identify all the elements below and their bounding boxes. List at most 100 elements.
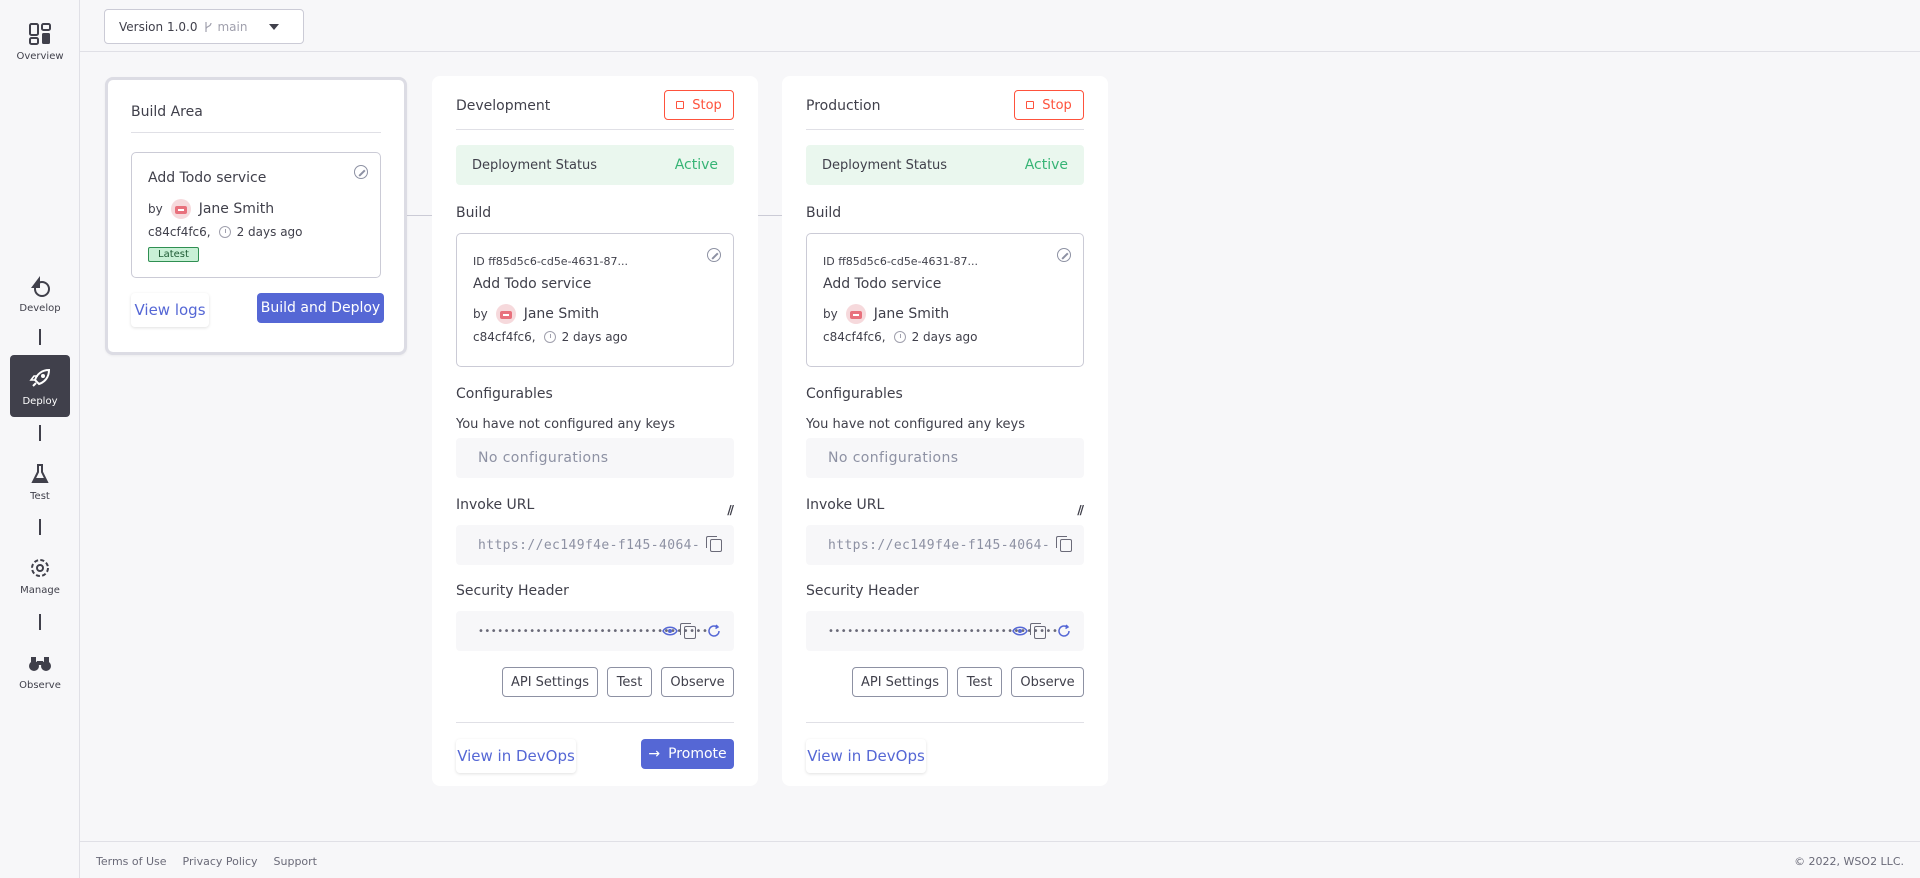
divider: [456, 129, 734, 130]
status-label: Deployment Status: [472, 157, 598, 173]
version-label: Version 1.0.0: [119, 19, 198, 34]
nav-label-observe: Observe: [19, 679, 61, 691]
expand-icon[interactable]: //: [727, 503, 734, 517]
stop-label: Stop: [1042, 97, 1072, 113]
copy-icon[interactable]: [1030, 623, 1046, 639]
copy-icon[interactable]: [706, 536, 722, 552]
stop-icon: [1026, 101, 1035, 109]
stop-button[interactable]: Stop: [664, 90, 734, 120]
nav-item-deploy[interactable]: Deploy: [10, 355, 70, 417]
edit-icon[interactable]: [1057, 248, 1071, 262]
avatar: [495, 304, 516, 324]
security-header-label: Security Header: [456, 583, 569, 599]
nav-item-manage[interactable]: Manage: [10, 544, 70, 606]
avatar: [845, 304, 866, 324]
divider: [456, 722, 734, 723]
author-name: Jane Smith: [873, 306, 950, 322]
expand-icon[interactable]: //: [1077, 503, 1084, 517]
deployment-status-bar: Deployment Status Active: [806, 145, 1084, 185]
divider: [131, 132, 381, 133]
nav-label-manage: Manage: [20, 584, 60, 596]
stop-icon: [676, 101, 685, 109]
nav-item-overview[interactable]: Overview: [10, 10, 70, 72]
api-settings-button[interactable]: API Settings: [502, 667, 598, 697]
api-settings-button[interactable]: API Settings: [852, 667, 948, 697]
commit-author-row: by Jane Smith: [473, 304, 599, 324]
commit-meta-row: c84cf4fc6, 2 days ago: [473, 330, 628, 344]
nav-item-observe[interactable]: Observe: [10, 639, 70, 701]
eye-icon[interactable]: [1012, 623, 1028, 639]
stop-button[interactable]: Stop: [1014, 90, 1084, 120]
test-button[interactable]: Test: [607, 667, 652, 697]
support-link[interactable]: Support: [274, 855, 317, 868]
nav-label-deploy: Deploy: [22, 395, 58, 407]
commit-title: Add Todo service: [473, 276, 592, 292]
terms-link[interactable]: Terms of Use: [96, 855, 167, 868]
promote-button[interactable]: → Promote: [641, 739, 734, 769]
footer: Terms of Use Privacy Policy Support © 20…: [80, 841, 1920, 878]
view-in-devops-link[interactable]: View in DevOps: [806, 739, 926, 773]
security-header-label: Security Header: [806, 583, 919, 599]
nav-label-overview: Overview: [16, 50, 64, 62]
commit-meta-row: c84cf4fc6, 2 days ago: [823, 330, 978, 344]
copy-icon[interactable]: [680, 623, 696, 639]
top-bar: Version 1.0.0 main: [80, 0, 1920, 52]
commit-meta-row: c84cf4fc6, 2 days ago: [148, 225, 303, 239]
commit-author-row: by Jane Smith: [148, 199, 274, 219]
environment-title: Development: [456, 98, 551, 114]
view-logs-button[interactable]: View logs: [131, 293, 209, 327]
stop-label: Stop: [692, 97, 722, 113]
clock-icon: [218, 226, 231, 238]
version-selector[interactable]: Version 1.0.0 main: [104, 9, 304, 44]
build-and-deploy-button[interactable]: Build and Deploy: [257, 293, 384, 323]
eye-icon[interactable]: [662, 623, 678, 639]
divider: [806, 129, 1084, 130]
view-in-devops-link[interactable]: View in DevOps: [456, 739, 576, 773]
edit-icon[interactable]: [354, 165, 368, 179]
build-area-card: Build Area Add Todo service by Jane Smit…: [105, 77, 407, 355]
nav-item-develop[interactable]: Develop: [10, 262, 70, 324]
invoke-url-field[interactable]: https://ec149f4e-f145-4064-a8: [456, 525, 734, 565]
refresh-icon[interactable]: [1056, 623, 1072, 639]
build-label: Build: [806, 205, 842, 221]
status-label: Deployment Status: [822, 157, 948, 173]
security-header-field: ••••••••••••••••••••••••••••••••••••: [806, 611, 1084, 651]
author-name: Jane Smith: [523, 306, 600, 322]
build-id: ID ff85d5c6-cd5e-4631-87...: [823, 255, 978, 268]
deployment-status-bar: Deployment Status Active: [456, 145, 734, 185]
edit-icon[interactable]: [707, 248, 721, 262]
nav-label-test: Test: [30, 490, 50, 502]
invoke-url-label: Invoke URL: [456, 497, 535, 513]
observe-button[interactable]: Observe: [661, 667, 734, 697]
configurables-helper: You have not configured any keys: [806, 417, 1026, 432]
connector-line: [407, 215, 432, 216]
copy-icon[interactable]: [1056, 536, 1072, 552]
latest-commit-box: Add Todo service by Jane Smith c84cf4fc6…: [131, 152, 381, 278]
build-area-title: Build Area: [131, 104, 203, 120]
invoke-url-text: https://ec149f4e-f145-4064-a8: [478, 537, 700, 553]
footer-links: Terms of Use Privacy Policy Support: [96, 855, 317, 868]
by-label: by: [473, 307, 488, 321]
nav-separator: [39, 614, 41, 630]
commit-hash: c84cf4fc6,: [148, 225, 211, 239]
commit-title: Add Todo service: [148, 170, 267, 186]
nav-item-test[interactable]: Test: [10, 450, 70, 512]
invoke-url-field[interactable]: https://ec149f4e-f145-4064-a8: [806, 525, 1084, 565]
environment-title: Production: [806, 98, 881, 114]
observe-button[interactable]: Observe: [1011, 667, 1084, 697]
configurables-helper: You have not configured any keys: [456, 417, 676, 432]
test-button[interactable]: Test: [957, 667, 1002, 697]
divider: [806, 722, 1084, 723]
status-badge: Active: [674, 157, 718, 173]
build-label: Build: [456, 205, 492, 221]
binoculars-icon: [27, 650, 53, 676]
commit-title: Add Todo service: [823, 276, 942, 292]
by-label: by: [823, 307, 838, 321]
refresh-icon[interactable]: [706, 623, 722, 639]
branch-icon: [205, 21, 213, 32]
nav-separator: [39, 425, 41, 441]
privacy-link[interactable]: Privacy Policy: [183, 855, 258, 868]
status-badge: Active: [1024, 157, 1068, 173]
nav-label-develop: Develop: [19, 302, 61, 314]
clock-icon: [893, 331, 906, 343]
